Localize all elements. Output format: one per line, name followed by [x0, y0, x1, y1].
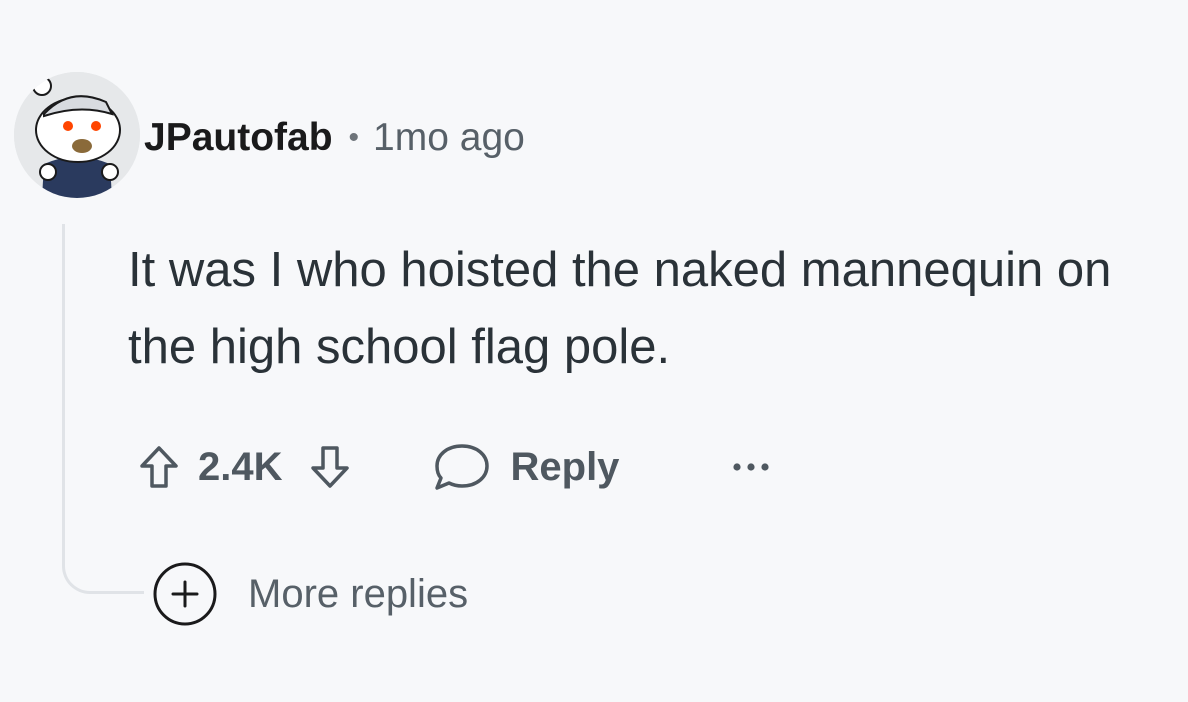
- comment-actions: 2.4K Reply: [138, 434, 773, 500]
- upvote-arrow-icon: [140, 446, 178, 488]
- meta-separator: •: [348, 121, 360, 154]
- comment-timestamp[interactable]: 1mo ago: [373, 116, 525, 160]
- vote-score: 2.4K: [198, 444, 283, 489]
- ellipsis-icon: [733, 463, 770, 471]
- upvote-button[interactable]: [138, 444, 180, 490]
- more-replies-button[interactable]: More replies: [152, 562, 469, 626]
- comment-body: It was I who hoisted the naked mannequin…: [128, 243, 1112, 374]
- downvote-button[interactable]: [309, 444, 351, 490]
- user-avatar[interactable]: [14, 72, 140, 198]
- more-options-button[interactable]: [729, 457, 773, 477]
- snoo-avatar-icon: [14, 72, 140, 198]
- downvote-arrow-icon: [310, 446, 349, 488]
- reply-label: Reply: [510, 444, 620, 489]
- plus-circle-icon: [153, 562, 217, 626]
- reply-button[interactable]: Reply: [431, 441, 620, 493]
- comment-meta: JPautofab • 1mo ago: [144, 112, 525, 164]
- username-link[interactable]: JPautofab: [144, 116, 333, 160]
- speech-bubble-icon: [434, 444, 489, 490]
- more-replies-label: More replies: [248, 571, 469, 616]
